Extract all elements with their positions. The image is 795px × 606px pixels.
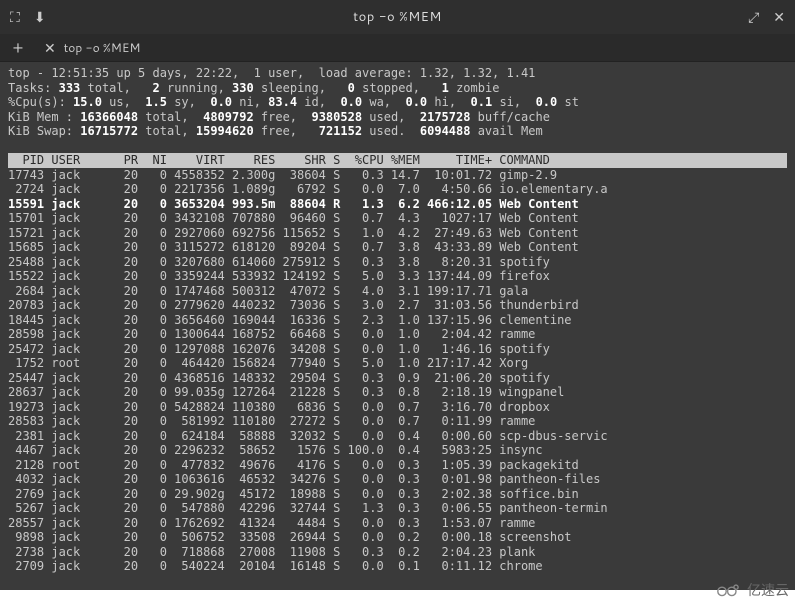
process-row: 18445 jack 20 0 3656460 169044 16336 S 2… — [8, 313, 787, 328]
close-icon[interactable]: ✕ — [773, 10, 785, 24]
process-row: 2128 root 20 0 477832 49676 4176 S 0.0 0… — [8, 458, 787, 473]
tab-item[interactable]: ✕ top -o %MEM — [30, 34, 154, 61]
process-row: 28598 jack 20 0 1300644 168752 66468 S 0… — [8, 327, 787, 342]
process-row: 20783 jack 20 0 2779620 440232 73036 S 3… — [8, 298, 787, 313]
tab-close-icon[interactable]: ✕ — [44, 38, 56, 58]
summary-tasks: Tasks: 333 total, 2 running, 330 sleepin… — [8, 81, 787, 96]
process-row: 15701 jack 20 0 3432108 707880 96460 S 0… — [8, 211, 787, 226]
column-header: PID USER PR NI VIRT RES SHR S %CPU %MEM … — [8, 153, 787, 168]
process-row: 2738 jack 20 0 718868 27008 11908 S 0.3 … — [8, 545, 787, 560]
window-titlebar: ⛶ ⬇ top -o %MEM ⤢ ✕ — [0, 0, 795, 34]
process-row: 25488 jack 20 0 3207680 614060 275912 S … — [8, 255, 787, 270]
tab-bar: + ✕ top -o %MEM — [0, 34, 795, 62]
process-row: 15721 jack 20 0 2927060 692756 115652 S … — [8, 226, 787, 241]
process-row: 25447 jack 20 0 4368516 148332 29504 S 0… — [8, 371, 787, 386]
process-row: 17743 jack 20 0 4558352 2.300g 38604 S 0… — [8, 168, 787, 183]
process-row: 28557 jack 20 0 1762692 41324 4484 S 0.0… — [8, 516, 787, 531]
process-row: 2684 jack 20 0 1747468 500312 47072 S 4.… — [8, 284, 787, 299]
summary-swap: KiB Swap: 16715772 total, 15994620 free,… — [8, 124, 787, 139]
process-row: 15522 jack 20 0 3359244 533932 124192 S … — [8, 269, 787, 284]
process-row: 2709 jack 20 0 540224 20104 16148 S 0.0 … — [8, 559, 787, 574]
tab-label: top -o %MEM — [64, 39, 141, 56]
terminal-output[interactable]: top - 12:51:35 up 5 days, 22:22, 1 user,… — [0, 62, 795, 590]
blank-line — [8, 139, 787, 154]
process-row: 1752 root 20 0 464420 156824 77940 S 5.0… — [8, 356, 787, 371]
process-row: 19273 jack 20 0 5428824 110380 6836 S 0.… — [8, 400, 787, 415]
fullscreen-icon[interactable]: ⛶ — [10, 10, 20, 24]
process-row: 2769 jack 20 0 29.902g 45172 18988 S 0.0… — [8, 487, 787, 502]
terminal-window: ⛶ ⬇ top -o %MEM ⤢ ✕ + ✕ top -o %MEM top … — [0, 0, 795, 590]
process-row: 15685 jack 20 0 3115272 618120 89204 S 0… — [8, 240, 787, 255]
watermark: 亿速云 — [715, 580, 789, 600]
summary-line: top - 12:51:35 up 5 days, 22:22, 1 user,… — [8, 66, 787, 81]
summary-mem: KiB Mem : 16366048 total, 4809792 free, … — [8, 110, 787, 125]
process-row: 9898 jack 20 0 506752 33508 26944 S 0.0 … — [8, 530, 787, 545]
process-row: 4467 jack 20 0 2296232 58652 1576 S 100.… — [8, 443, 787, 458]
download-icon[interactable]: ⬇ — [34, 10, 46, 24]
summary-cpu: %Cpu(s): 15.0 us, 1.5 sy, 0.0 ni, 83.4 i… — [8, 95, 787, 110]
process-row: 15591 jack 20 0 3653204 993.5m 88604 R 1… — [8, 197, 787, 212]
process-row: 28637 jack 20 0 99.035g 127264 21228 S 0… — [8, 385, 787, 400]
process-row: 5267 jack 20 0 547880 42296 32744 S 1.3 … — [8, 501, 787, 516]
window-title: top -o %MEM — [80, 8, 715, 26]
process-row: 4032 jack 20 0 1063616 46532 34276 S 0.0… — [8, 472, 787, 487]
new-tab-button[interactable]: + — [6, 40, 30, 56]
expand-icon[interactable]: ⤢ — [748, 10, 759, 24]
process-row: 2724 jack 20 0 2217356 1.089g 6792 S 0.0… — [8, 182, 787, 197]
process-row: 28583 jack 20 0 581992 110180 27272 S 0.… — [8, 414, 787, 429]
process-row: 25472 jack 20 0 1297088 162076 34208 S 0… — [8, 342, 787, 357]
process-row: 2381 jack 20 0 624184 58888 32032 S 0.0 … — [8, 429, 787, 444]
